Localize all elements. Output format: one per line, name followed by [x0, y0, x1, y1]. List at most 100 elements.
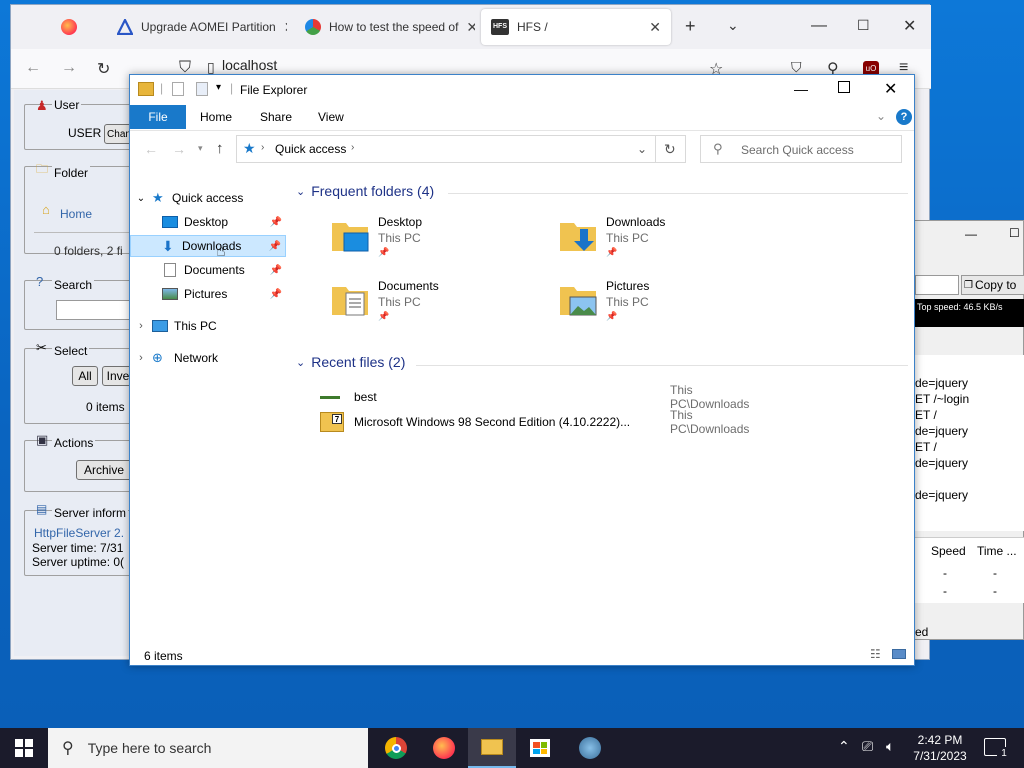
- close-icon[interactable]: ✕: [903, 16, 916, 36]
- nav-network[interactable]: › ⊕ Network: [130, 347, 286, 369]
- recent-file-row[interactable]: best This PC\Downloads: [320, 383, 750, 411]
- nav-downloads[interactable]: ⬇ Downloads 📌: [130, 235, 286, 257]
- forward-icon[interactable]: →: [61, 59, 77, 77]
- taskbar-search[interactable]: ⚲ Type here to search: [48, 728, 368, 768]
- customize-toolbar-icon[interactable]: ▾: [216, 82, 221, 93]
- up-icon[interactable]: ↑: [216, 140, 224, 157]
- close-icon[interactable]: ✕: [884, 79, 897, 99]
- nav-label: This PC: [174, 319, 217, 333]
- pin-icon[interactable]: 📌: [269, 241, 281, 252]
- back-icon[interactable]: ←: [25, 59, 41, 77]
- list-tabs-icon[interactable]: ⌄: [727, 17, 739, 34]
- chevron-right-icon[interactable]: ›: [261, 142, 264, 153]
- taskbar-store[interactable]: [516, 728, 564, 768]
- nav-pictures[interactable]: Pictures 📌: [130, 283, 286, 305]
- new-folder-icon[interactable]: [196, 82, 208, 96]
- url-field[interactable]: [915, 275, 959, 295]
- tab-label: Upgrade AOMEI Partition: [141, 20, 276, 34]
- folder-tile-downloads[interactable]: Downloads This PC 📌: [558, 215, 778, 275]
- tab-view[interactable]: View: [308, 105, 354, 129]
- properties-icon[interactable]: [172, 82, 184, 96]
- tab-home[interactable]: Home: [190, 105, 242, 129]
- minimize-icon[interactable]: —: [965, 227, 977, 241]
- status-bar: 6 items ☷: [130, 643, 914, 665]
- server-time: Server time: 7/31: [32, 541, 124, 555]
- chevron-down-icon[interactable]: ⌄: [637, 142, 647, 156]
- section-title: Frequent folders (4): [311, 183, 435, 199]
- recent-locations-icon[interactable]: ▾: [198, 143, 203, 154]
- archive-button[interactable]: Archive: [76, 460, 132, 480]
- close-tab-icon[interactable]: ✕: [284, 19, 287, 36]
- separator: |: [160, 81, 164, 95]
- taskbar-chrome[interactable]: [372, 728, 420, 768]
- user-icon: ♟: [36, 98, 48, 113]
- search-input[interactable]: [56, 300, 134, 320]
- tab-hfs[interactable]: HFS HFS / ✕: [481, 9, 671, 45]
- nav-desktop[interactable]: Desktop 📌: [130, 211, 286, 233]
- chevron-right-icon[interactable]: ›: [130, 352, 152, 364]
- refresh-button[interactable]: ↻: [656, 135, 686, 163]
- chevron-right-icon[interactable]: ›: [351, 142, 354, 153]
- minimize-icon[interactable]: —: [811, 17, 827, 35]
- top-speed: Top speed: 46.5 KB/s: [917, 302, 1003, 312]
- clock[interactable]: 2:42 PM 7/31/2023: [908, 732, 972, 764]
- tab-firefox[interactable]: [51, 9, 103, 45]
- tab-aomei[interactable]: Upgrade AOMEI Partition ✕: [107, 9, 287, 45]
- folder-name: Documents: [378, 279, 439, 293]
- copy-label: Copy to: [974, 278, 1017, 292]
- taskbar-file-explorer[interactable]: [468, 728, 516, 768]
- large-icons-view-icon[interactable]: [892, 649, 906, 659]
- computer-icon: [152, 320, 168, 332]
- help-icon[interactable]: ?: [896, 109, 912, 125]
- start-button[interactable]: [0, 728, 48, 768]
- minimize-icon[interactable]: —: [794, 81, 808, 97]
- nav-documents[interactable]: Documents 📌: [130, 259, 286, 281]
- taskbar-hfs[interactable]: [566, 728, 614, 768]
- nav-quick-access[interactable]: ⌄ ★ Quick access: [130, 187, 286, 209]
- pin-icon[interactable]: 📌: [270, 217, 282, 228]
- folder-tile-pictures[interactable]: Pictures This PC 📌: [558, 279, 778, 339]
- volume-icon[interactable]: 🔈︎: [886, 738, 894, 755]
- address-box[interactable]: ★ › Quick access › ⌄: [236, 135, 656, 163]
- details-view-icon[interactable]: ☷: [870, 647, 881, 661]
- new-tab-icon[interactable]: +: [685, 16, 696, 37]
- recent-files-header[interactable]: ⌄ Recent files (2): [296, 354, 405, 370]
- close-tab-icon[interactable]: ✕: [649, 19, 661, 36]
- maximize-icon[interactable]: ☐: [857, 17, 870, 34]
- show-hidden-icons-icon[interactable]: ⌃: [838, 738, 850, 755]
- star-icon: ★: [243, 140, 256, 156]
- search-box[interactable]: ⚲ Search Quick access: [700, 135, 902, 163]
- frequent-folders-header[interactable]: ⌄ Frequent folders (4): [296, 183, 434, 199]
- forward-icon[interactable]: →: [172, 141, 186, 157]
- pin-icon[interactable]: 📌: [270, 289, 282, 300]
- expand-ribbon-icon[interactable]: ⌄: [876, 109, 886, 123]
- folder-tile-documents[interactable]: Documents This PC 📌: [330, 279, 550, 339]
- close-tab-icon[interactable]: ✕: [466, 19, 475, 36]
- url-text[interactable]: localhost: [222, 57, 277, 73]
- taskbar-firefox[interactable]: [420, 728, 468, 768]
- pin-icon[interactable]: 📌: [270, 265, 282, 276]
- tab-share[interactable]: Share: [250, 105, 302, 129]
- chevron-down-icon[interactable]: ⌄: [130, 193, 152, 204]
- copy-to-clipboard-button[interactable]: ❐ Copy to: [961, 275, 1024, 295]
- search-placeholder: Search Quick access: [741, 143, 854, 157]
- maximize-icon[interactable]: [838, 81, 850, 93]
- site-icon: [305, 19, 321, 35]
- column-speed[interactable]: Speed: [931, 544, 966, 558]
- tab-file[interactable]: File: [130, 105, 186, 129]
- back-icon[interactable]: ←: [144, 141, 158, 157]
- reload-icon[interactable]: ↻: [97, 59, 110, 79]
- maximize-icon[interactable]: ☐: [1009, 226, 1020, 240]
- recent-file-row[interactable]: 7 Microsoft Windows 98 Second Edition (4…: [320, 408, 750, 436]
- select-all-button[interactable]: All: [72, 366, 98, 386]
- chevron-right-icon[interactable]: ›: [130, 320, 152, 332]
- nav-this-pc[interactable]: › This PC: [130, 315, 286, 337]
- server-link[interactable]: HttpFileServer 2.: [34, 526, 124, 540]
- home-link[interactable]: Home: [60, 207, 92, 221]
- tab-speed-test[interactable]: How to test the speed of ✕: [295, 9, 475, 45]
- breadcrumb-quick-access[interactable]: Quick access: [275, 142, 346, 156]
- network-status-icon[interactable]: ⎚: [862, 738, 873, 755]
- column-time[interactable]: Time ...: [977, 544, 1017, 558]
- folder-tile-desktop[interactable]: Desktop This PC 📌: [330, 215, 550, 275]
- notifications-icon[interactable]: 1: [984, 738, 1011, 761]
